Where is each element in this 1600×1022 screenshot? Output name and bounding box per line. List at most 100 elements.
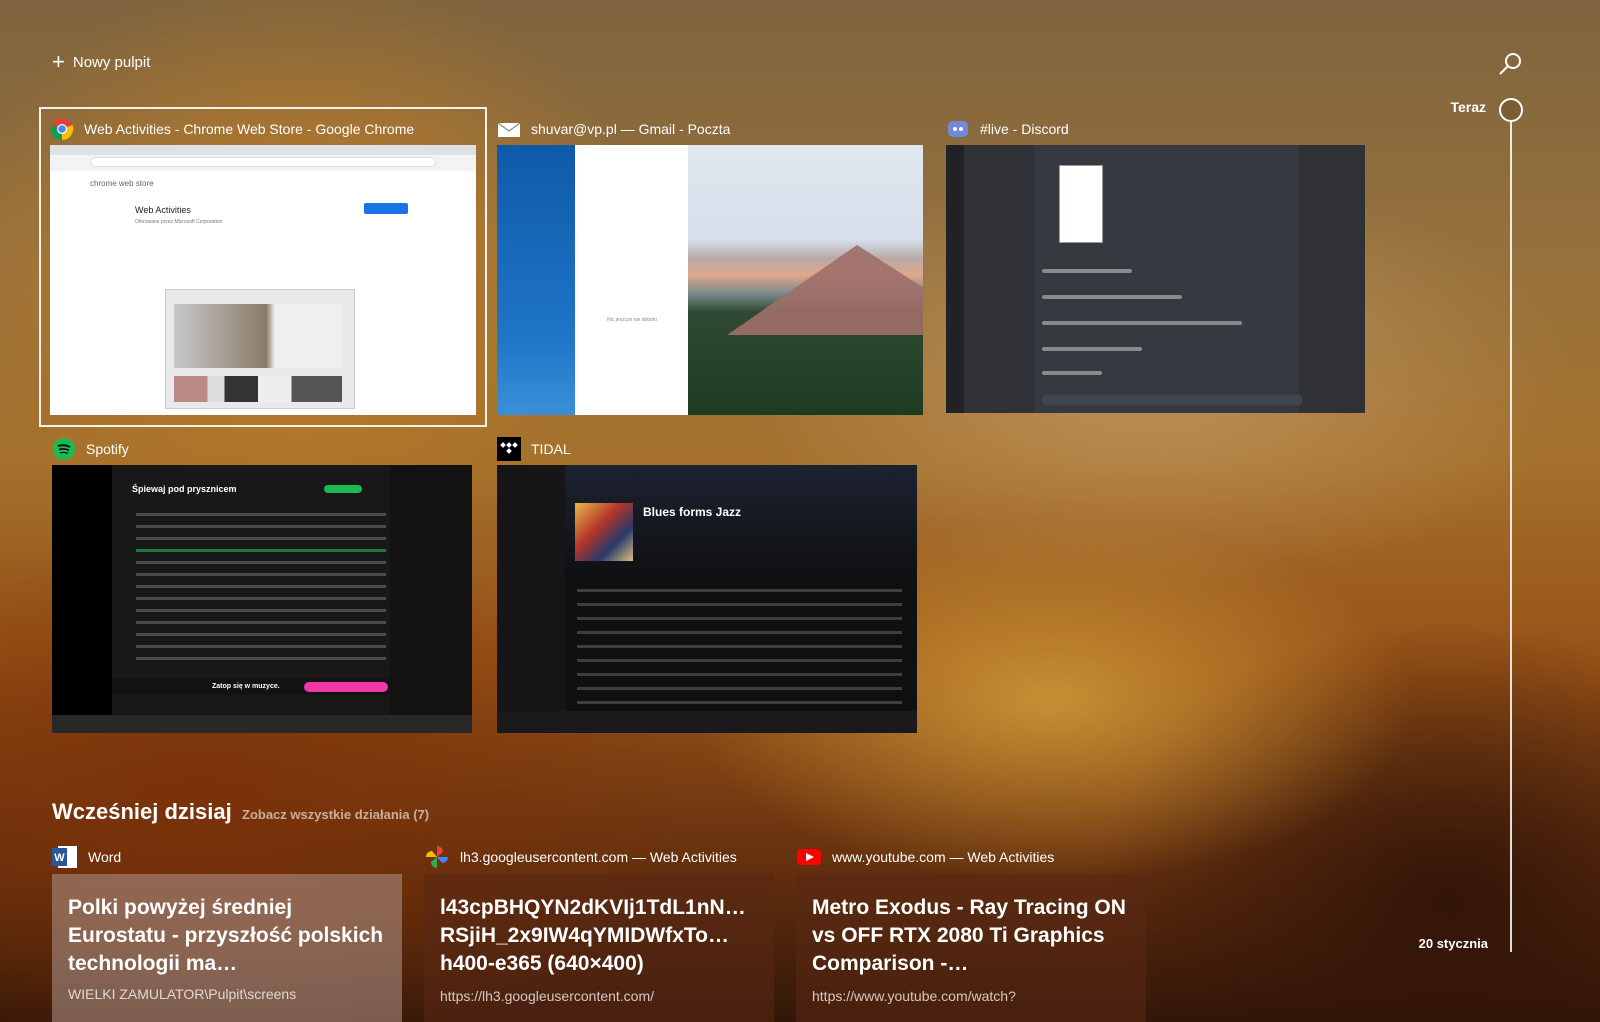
activity-url: https://lh3.googleusercontent.com/ [440, 988, 655, 1004]
friend-activity [390, 465, 472, 733]
search-icon[interactable] [1496, 50, 1524, 78]
player-bar [497, 711, 917, 733]
album-title: Blues forms Jazz [643, 505, 742, 519]
shared-image [1059, 165, 1103, 243]
message-input [1042, 395, 1302, 405]
track-row [136, 597, 386, 600]
screenshot-strip [174, 376, 342, 402]
window-title: #live - Discord [980, 121, 1069, 137]
track-row [136, 645, 386, 648]
activity-card-word[interactable]: Polki powyżej średniej Eurostatu - przys… [52, 874, 402, 1022]
spotify-sidebar [52, 465, 112, 733]
window-tile-tidal[interactable]: TIDAL [497, 436, 917, 462]
window-title: shuvar@vp.pl — Gmail - Poczta [531, 121, 731, 137]
track-row [136, 549, 386, 552]
window-title: Spotify [86, 441, 129, 457]
store-page: chrome web store Web Activities Oferowan… [50, 171, 476, 415]
activity-app-word: W Word [52, 845, 121, 869]
window-thumbnail-mail[interactable]: Nic jeszcze nie dotarło [497, 145, 923, 415]
empty-inbox-text: Nic jeszcze nie dotarło [606, 317, 658, 323]
track-row [136, 525, 386, 528]
track-row [577, 701, 902, 704]
server-list [946, 145, 964, 413]
see-all-activities-link[interactable]: Zobacz wszystkie działania (7) [242, 807, 429, 822]
timeline-handle[interactable] [1499, 98, 1523, 122]
address-bar [90, 157, 436, 167]
track-row [577, 673, 902, 676]
timeline-now-label: Teraz [1450, 99, 1486, 115]
screenshot-photo [174, 304, 342, 368]
mail-list: Nic jeszcze nie dotarło [575, 145, 725, 415]
window-thumbnail-tidal[interactable]: Blues forms Jazz [497, 465, 917, 733]
activity-app-googleusercontent: lh3.googleusercontent.com — Web Activiti… [424, 845, 737, 869]
chat-message [1042, 269, 1132, 273]
activity-app-name: Word [88, 849, 122, 865]
album-cover [575, 503, 633, 561]
offline-button [304, 682, 388, 692]
word-icon: W [52, 846, 77, 868]
activity-url: https://www.youtube.com/watch? [812, 988, 1016, 1004]
member-list [1299, 145, 1365, 413]
track-row [136, 609, 386, 612]
activity-app-name: lh3.googleusercontent.com — Web Activiti… [460, 849, 737, 865]
track-row [577, 687, 902, 690]
tidal-icon [497, 437, 521, 461]
track-row [136, 513, 386, 516]
activity-title: l43cpBHQYN2dKVIj1TdL1nN… RSjiH_2x9IW4qYM… [440, 896, 746, 975]
timeline-scrollbar[interactable] [1510, 122, 1512, 952]
activity-title: Metro Exodus - Ray Tracing ON vs OFF RTX… [812, 896, 1126, 975]
mail-icon [497, 122, 521, 137]
chat-message [1042, 321, 1242, 325]
plus-icon: + [52, 49, 65, 74]
window-tile-discord[interactable]: #live - Discord [946, 116, 1365, 142]
window-thumbnail-chrome[interactable]: chrome web store Web Activities Oferowan… [50, 145, 476, 415]
channel-list [964, 145, 1034, 413]
window-thumbnail-discord[interactable] [946, 145, 1365, 413]
spotify-icon [53, 438, 75, 460]
activity-title: Polki powyżej średniej Eurostatu - przys… [68, 896, 384, 975]
window-title: Web Activities - Chrome Web Store - Goog… [84, 121, 415, 137]
mail-sidebar [497, 145, 575, 415]
track-row [136, 621, 386, 624]
section-title: Wcześniej dzisiaj [52, 799, 232, 824]
store-name: chrome web store [90, 179, 154, 188]
track-row [577, 617, 902, 620]
track-row [577, 631, 902, 634]
chat-message [1042, 347, 1142, 351]
new-desktop-button[interactable]: + Nowy pulpit [52, 50, 150, 74]
activity-app-name: www.youtube.com — Web Activities [832, 849, 1055, 865]
extension-publisher: Oferowane przez Microsoft Corporation [135, 219, 223, 225]
extension-title: Web Activities [135, 205, 191, 215]
chat-message [1042, 295, 1182, 299]
activity-path: WIELKI ZAMULATOR\Pulpit\screens [68, 986, 297, 1002]
extension-screenshot [165, 289, 355, 409]
chrome-icon [50, 118, 74, 141]
new-desktop-label: Nowy pulpit [72, 53, 151, 71]
track-row [136, 585, 386, 588]
browser-tabs [50, 145, 476, 155]
track-row [577, 645, 902, 648]
track-row [577, 659, 902, 662]
track-row [577, 589, 902, 592]
activity-card-youtube[interactable]: Metro Exodus - Ray Tracing ON vs OFF RTX… [796, 874, 1146, 1022]
timeline-date-label: 20 stycznia [1418, 936, 1488, 951]
chat-message [1042, 371, 1102, 375]
window-tile-chrome[interactable]: Web Activities - Chrome Web Store - Goog… [50, 116, 476, 142]
svg-text:W: W [54, 852, 65, 864]
track-row [136, 633, 386, 636]
banner-text: Zatop się w muzyce. [212, 683, 280, 690]
track-row [136, 537, 386, 540]
window-tile-mail[interactable]: shuvar@vp.pl — Gmail - Poczta [497, 116, 923, 142]
activity-app-youtube: www.youtube.com — Web Activities [796, 845, 1054, 869]
track-row [136, 561, 386, 564]
google-photos-icon [426, 846, 448, 868]
window-tile-spotify[interactable]: Spotify [52, 436, 472, 462]
activity-card-image[interactable]: l43cpBHQYN2dKVIj1TdL1nN… RSjiH_2x9IW4qYM… [424, 874, 774, 1022]
track-row [577, 603, 902, 606]
tidal-sidebar [497, 465, 565, 733]
add-to-chrome-button [364, 203, 408, 214]
player-bar [52, 715, 472, 733]
window-thumbnail-spotify[interactable]: Śpiewaj pod prysznicem Zatop się w muzyc… [52, 465, 472, 733]
track-row [136, 573, 386, 576]
play-button [324, 485, 362, 493]
